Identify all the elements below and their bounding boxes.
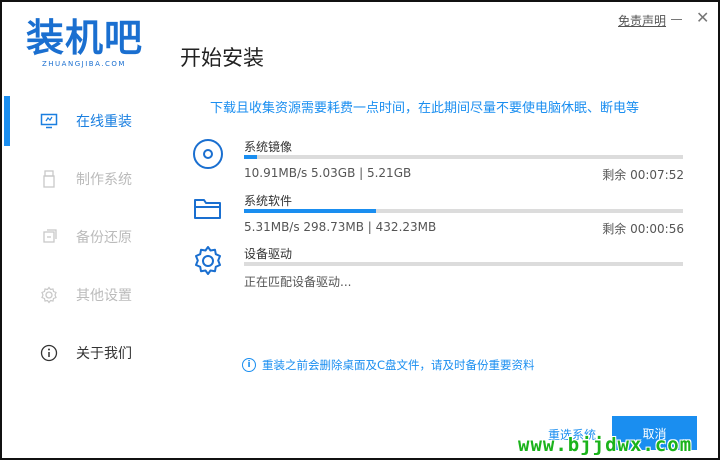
gear-icon xyxy=(40,286,58,304)
sidebar-item-label: 关于我们 xyxy=(76,346,132,362)
sidebar-item-about-us[interactable]: 关于我们 xyxy=(4,324,174,382)
gear-icon xyxy=(192,245,224,277)
backup-icon xyxy=(40,228,58,246)
progress-fill xyxy=(244,155,258,159)
sidebar: 在线重装 制作系统 备份还原 其他设置 关于我们 xyxy=(4,92,174,382)
task-name: 系统镜像 xyxy=(244,140,293,154)
logo-text: 装机吧 xyxy=(26,16,144,60)
sidebar-item-online-reinstall[interactable]: 在线重装 xyxy=(4,92,174,150)
warning-text: 重装之前会删除桌面及C盘文件，请及时备份重要资料 xyxy=(262,358,535,372)
task-status: 正在匹配设备驱动... xyxy=(244,275,352,289)
notice-text: 下载且收集资源需要耗费一点时间，在此期间尽量不要使电脑休眠、断电等 xyxy=(210,101,640,116)
progress-bar xyxy=(244,155,683,159)
task-stats: 5.31MB/s 298.73MB | 432.23MB xyxy=(244,220,437,234)
disclaimer-link[interactable]: 免责声明 xyxy=(618,12,666,29)
minimize-button[interactable] xyxy=(670,11,684,25)
sidebar-item-other-settings[interactable]: 其他设置 xyxy=(4,266,174,324)
logo: 装机吧 ZHUANGJIBA.COM xyxy=(26,18,143,68)
warning-message: i 重装之前会删除桌面及C盘文件，请及时备份重要资料 xyxy=(242,357,535,373)
sidebar-item-make-system[interactable]: 制作系统 xyxy=(4,150,174,208)
monitor-icon xyxy=(40,112,58,130)
task-remaining: 剩余 00:00:56 xyxy=(602,222,684,236)
disc-icon xyxy=(192,138,224,170)
sidebar-item-label: 其他设置 xyxy=(76,288,132,304)
page-title: 开始安装 xyxy=(180,46,264,70)
sidebar-item-label: 制作系统 xyxy=(76,172,132,188)
info-icon xyxy=(40,344,58,362)
installer-window: 装机吧 ZHUANGJIBA.COM 开始安装 免责声明 ✕ 在线重装 制作系统… xyxy=(0,0,720,460)
watermark: www.bjjdwx.com xyxy=(518,434,693,456)
usb-icon xyxy=(40,170,58,188)
task-remaining: 剩余 00:07:52 xyxy=(602,168,684,182)
task-name: 设备驱动 xyxy=(244,247,293,261)
sidebar-item-label: 在线重装 xyxy=(76,114,132,130)
progress-bar xyxy=(244,262,683,266)
sidebar-item-backup-restore[interactable]: 备份还原 xyxy=(4,208,174,266)
info-circle-icon: i xyxy=(242,358,256,372)
progress-fill xyxy=(244,209,376,213)
task-name: 系统软件 xyxy=(244,194,293,208)
folder-icon xyxy=(192,192,224,224)
close-button[interactable]: ✕ xyxy=(696,10,709,26)
logo-subtext: ZHUANGJIBA.COM xyxy=(42,60,126,68)
task-stats: 10.91MB/s 5.03GB | 5.21GB xyxy=(244,166,412,180)
progress-bar xyxy=(244,209,683,213)
sidebar-item-label: 备份还原 xyxy=(76,230,132,246)
